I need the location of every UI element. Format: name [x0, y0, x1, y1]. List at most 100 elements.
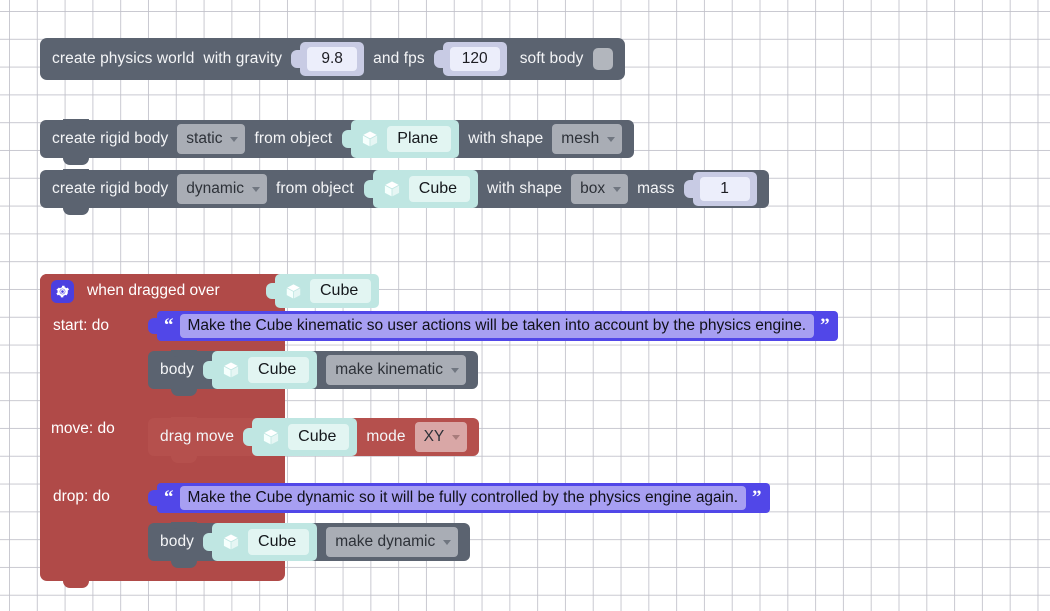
- block-body-make-dynamic[interactable]: body Cube make dynamic: [148, 522, 471, 568]
- branch-label-start: start: do: [53, 317, 109, 334]
- dropdown-shape-mesh-value: mesh: [561, 130, 600, 148]
- label-body-drop: body: [160, 533, 195, 550]
- comment-block-start[interactable]: “ Make the Cube kinematic so user action…: [148, 311, 838, 341]
- label-with-shape-static: with shape: [468, 130, 544, 147]
- mass-number-block[interactable]: 1: [692, 172, 757, 206]
- dropdown-shape-box[interactable]: box: [571, 174, 629, 204]
- object-name-cube-event-value: Cube: [320, 282, 359, 299]
- dropdown-body-type-dynamic-value: dynamic: [186, 180, 245, 198]
- fps-plug: [433, 50, 443, 68]
- cube-icon: [285, 282, 302, 300]
- comment-plug: [148, 318, 157, 334]
- fps-number-block[interactable]: 120: [442, 42, 507, 76]
- label-from-object-static: from object: [254, 130, 333, 147]
- dropdown-mode-xy-value: XY: [423, 428, 445, 446]
- block-workspace[interactable]: create physics world with gravity 9.8 an…: [0, 0, 1050, 611]
- dropdown-mode-xy[interactable]: XY: [414, 422, 468, 452]
- object-name-cube-event[interactable]: Cube: [310, 279, 372, 303]
- object-block-cube-dynamic-body[interactable]: Cube: [212, 523, 318, 561]
- cube-icon: [263, 428, 280, 446]
- event-block-header[interactable]: when dragged over: [40, 274, 285, 308]
- object-plug: [203, 533, 213, 551]
- comment-block-drop-body[interactable]: “ Make the Cube dynamic so it will be fu…: [157, 483, 770, 513]
- chevron-down-icon: [607, 136, 616, 142]
- block-create-rigid-body-static[interactable]: create rigid body static from object Pla…: [40, 119, 635, 165]
- object-plug: [342, 130, 352, 148]
- cube-icon: [362, 130, 379, 148]
- mass-value-block[interactable]: 1: [683, 172, 757, 206]
- object-plug: [243, 428, 253, 446]
- object-plug: [203, 361, 213, 379]
- object-name-cube-rigid[interactable]: Cube: [408, 176, 471, 202]
- object-block-plane[interactable]: Plane: [342, 120, 460, 158]
- label-mode: mode: [366, 428, 406, 445]
- block-create-rigid-body-dynamic[interactable]: create rigid body dynamic from object Cu…: [40, 169, 769, 215]
- object-block-plane-body[interactable]: Plane: [351, 120, 460, 158]
- object-name-cube-dragmove[interactable]: Cube: [288, 424, 350, 450]
- gravity-number-block[interactable]: 9.8: [300, 42, 365, 76]
- comment-block-start-body[interactable]: “ Make the Cube kinematic so user action…: [157, 311, 838, 341]
- gravity-value-block[interactable]: 9.8: [291, 42, 365, 76]
- mass-input[interactable]: 1: [699, 177, 750, 201]
- soft-body-checkbox[interactable]: [592, 48, 613, 70]
- label-create-rigid-body-dynamic: create rigid body: [52, 180, 169, 197]
- object-block-cube-rigid[interactable]: Cube: [363, 170, 479, 208]
- chevron-down-icon: [443, 539, 452, 545]
- gear-icon: [56, 285, 69, 297]
- dropdown-body-type-dynamic[interactable]: dynamic: [177, 174, 268, 204]
- label-create-rigid-body-static: create rigid body: [52, 130, 169, 147]
- comment-plug: [148, 490, 157, 506]
- block-body-make-kinematic[interactable]: body Cube make kinematic: [148, 350, 478, 396]
- event-block-bottom-notch: [63, 581, 89, 588]
- chevron-down-icon: [230, 136, 239, 142]
- dropdown-make-dynamic-value: make dynamic: [335, 533, 436, 551]
- object-name-cube-kinematic[interactable]: Cube: [248, 357, 310, 383]
- label-when-dragged-over: when dragged over: [87, 282, 220, 299]
- comment-text-drop[interactable]: Make the Cube dynamic so it will be full…: [179, 486, 747, 510]
- object-name-plane[interactable]: Plane: [387, 126, 452, 152]
- label-create-physics-world: create physics world: [52, 50, 195, 67]
- dropdown-make-kinematic-value: make kinematic: [335, 361, 443, 379]
- comment-text-start[interactable]: Make the Cube kinematic so user actions …: [179, 314, 815, 338]
- label-mass: mass: [637, 180, 675, 197]
- dropdown-body-type-static-value: static: [186, 130, 223, 148]
- label-soft-body: soft body: [519, 50, 584, 67]
- object-name-cube-dynamic-value: Cube: [258, 533, 297, 550]
- dropdown-make-kinematic[interactable]: make kinematic: [326, 355, 466, 385]
- object-block-cube-event[interactable]: Cube: [266, 274, 380, 308]
- object-block-cube-dragmove[interactable]: Cube: [243, 418, 358, 456]
- block-drag-move[interactable]: drag move Cube mode XY: [148, 417, 480, 463]
- object-block-cube-dynamic[interactable]: Cube: [203, 523, 318, 561]
- dropdown-body-type-static[interactable]: static: [177, 124, 246, 154]
- gear-badge[interactable]: [51, 279, 74, 303]
- chevron-down-icon: [613, 186, 622, 192]
- gravity-input[interactable]: 9.8: [307, 47, 358, 71]
- chevron-down-icon: [252, 186, 261, 192]
- fps-input[interactable]: 120: [449, 47, 500, 71]
- object-name-cube-rigid-value: Cube: [418, 180, 458, 197]
- object-block-cube-kinematic[interactable]: Cube: [203, 351, 318, 389]
- object-name-cube-dynamic[interactable]: Cube: [248, 529, 310, 555]
- mass-plug: [683, 180, 693, 198]
- cube-icon: [383, 180, 400, 198]
- label-and-fps: and fps: [373, 50, 425, 67]
- branch-label-move: move: do: [51, 420, 115, 437]
- object-name-cube-dragmove-value: Cube: [298, 428, 337, 445]
- fps-value-block[interactable]: 120: [433, 42, 507, 76]
- object-block-cube-kinematic-body[interactable]: Cube: [212, 351, 318, 389]
- object-block-cube-dragmove-body[interactable]: Cube: [252, 418, 358, 456]
- cube-icon: [223, 533, 239, 551]
- label-drag-move: drag move: [160, 428, 235, 445]
- dropdown-shape-box-value: box: [580, 180, 606, 198]
- label-body-start: body: [160, 361, 195, 378]
- cube-icon: [223, 361, 239, 379]
- label-with-shape-dynamic: with shape: [487, 180, 563, 197]
- dropdown-make-dynamic[interactable]: make dynamic: [326, 527, 459, 557]
- object-plug: [266, 283, 275, 299]
- object-block-cube-rigid-body[interactable]: Cube: [372, 170, 479, 208]
- block-create-physics-world[interactable]: create physics world with gravity 9.8 an…: [40, 38, 625, 80]
- label-from-object-dynamic: from object: [276, 180, 354, 197]
- comment-block-drop[interactable]: “ Make the Cube dynamic so it will be fu…: [148, 483, 770, 513]
- dropdown-shape-mesh[interactable]: mesh: [552, 124, 623, 154]
- object-block-cube-event-body[interactable]: Cube: [275, 274, 380, 308]
